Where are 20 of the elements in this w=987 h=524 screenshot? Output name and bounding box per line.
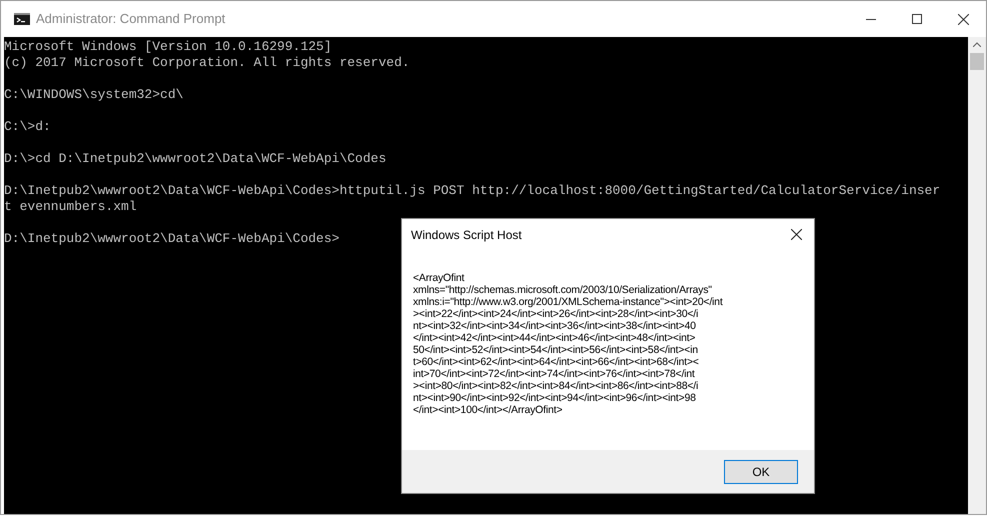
- dialog-title: Windows Script Host: [411, 226, 522, 244]
- minimize-icon: [866, 18, 876, 20]
- console-line: D:\Inetpub2\wwwroot2\Data\WCF-WebApi\Codes>httputil.js POST http://localhost:8000/GettingStarted/CalculatorService/inser: [4, 183, 940, 199]
- console-line: C:\>d:: [4, 119, 51, 135]
- console-line: Microsoft Windows [Version 10.0.16299.125]: [4, 39, 332, 55]
- ok-button[interactable]: OK: [724, 460, 798, 484]
- console-icon: [14, 13, 30, 25]
- console-line: D:\Inetpub2\wwwroot2\Data\WCF-WebApi\Codes>: [4, 231, 340, 247]
- close-icon: [958, 14, 968, 24]
- maximize-icon: [912, 14, 922, 24]
- dialog-close-button[interactable]: [788, 226, 804, 242]
- scroll-up-icon[interactable]: [973, 42, 981, 47]
- dialog-message: <ArrayOfint xmlns="http://schemas.microsoft.com/2003/10/Serialization/Arrays" xmlns:i="http://www.w3.org/2001/XMLSchema-instance"><int>20</int ><int>22</int><int>24</int><int>26</int><int>28</int><int>30</i nt><int>32</int><int>34</int><int>36</int><int>38</int><int>40 </int><int>42</int><int>44</int><int>46</int><int>48</int><int> 50</int><int>52</int><int>54</int><int>56</int><int>58</int><in t>60</int><int>62</int><int>64</int><int>66</int><int>68</int>< int>70</int><int>72</int><int>74</int><int>76</int><int>78</int ><int>80</int><int>82</int><int>84</int><int>86</int><int>88</i nt><int>90</int><int>92</int><int>94</int><int>96</int><int>98 </int><int>100</int></ArrayOfint>: [413, 272, 724, 416]
- console-line: C:\WINDOWS\system32>cd\: [4, 87, 184, 103]
- console-line: D:\>cd D:\Inetpub2\wwwroot2\Data\WCF-WebApi\Codes: [4, 151, 386, 167]
- console-line: t evennumbers.xml: [4, 199, 137, 215]
- window-title: Administrator: Command Prompt: [36, 10, 226, 28]
- scroll-thumb[interactable]: [970, 53, 984, 70]
- close-icon: [790, 229, 802, 240]
- console-line: (c) 2017 Microsoft Corporation. All rights reserved.: [4, 55, 410, 71]
